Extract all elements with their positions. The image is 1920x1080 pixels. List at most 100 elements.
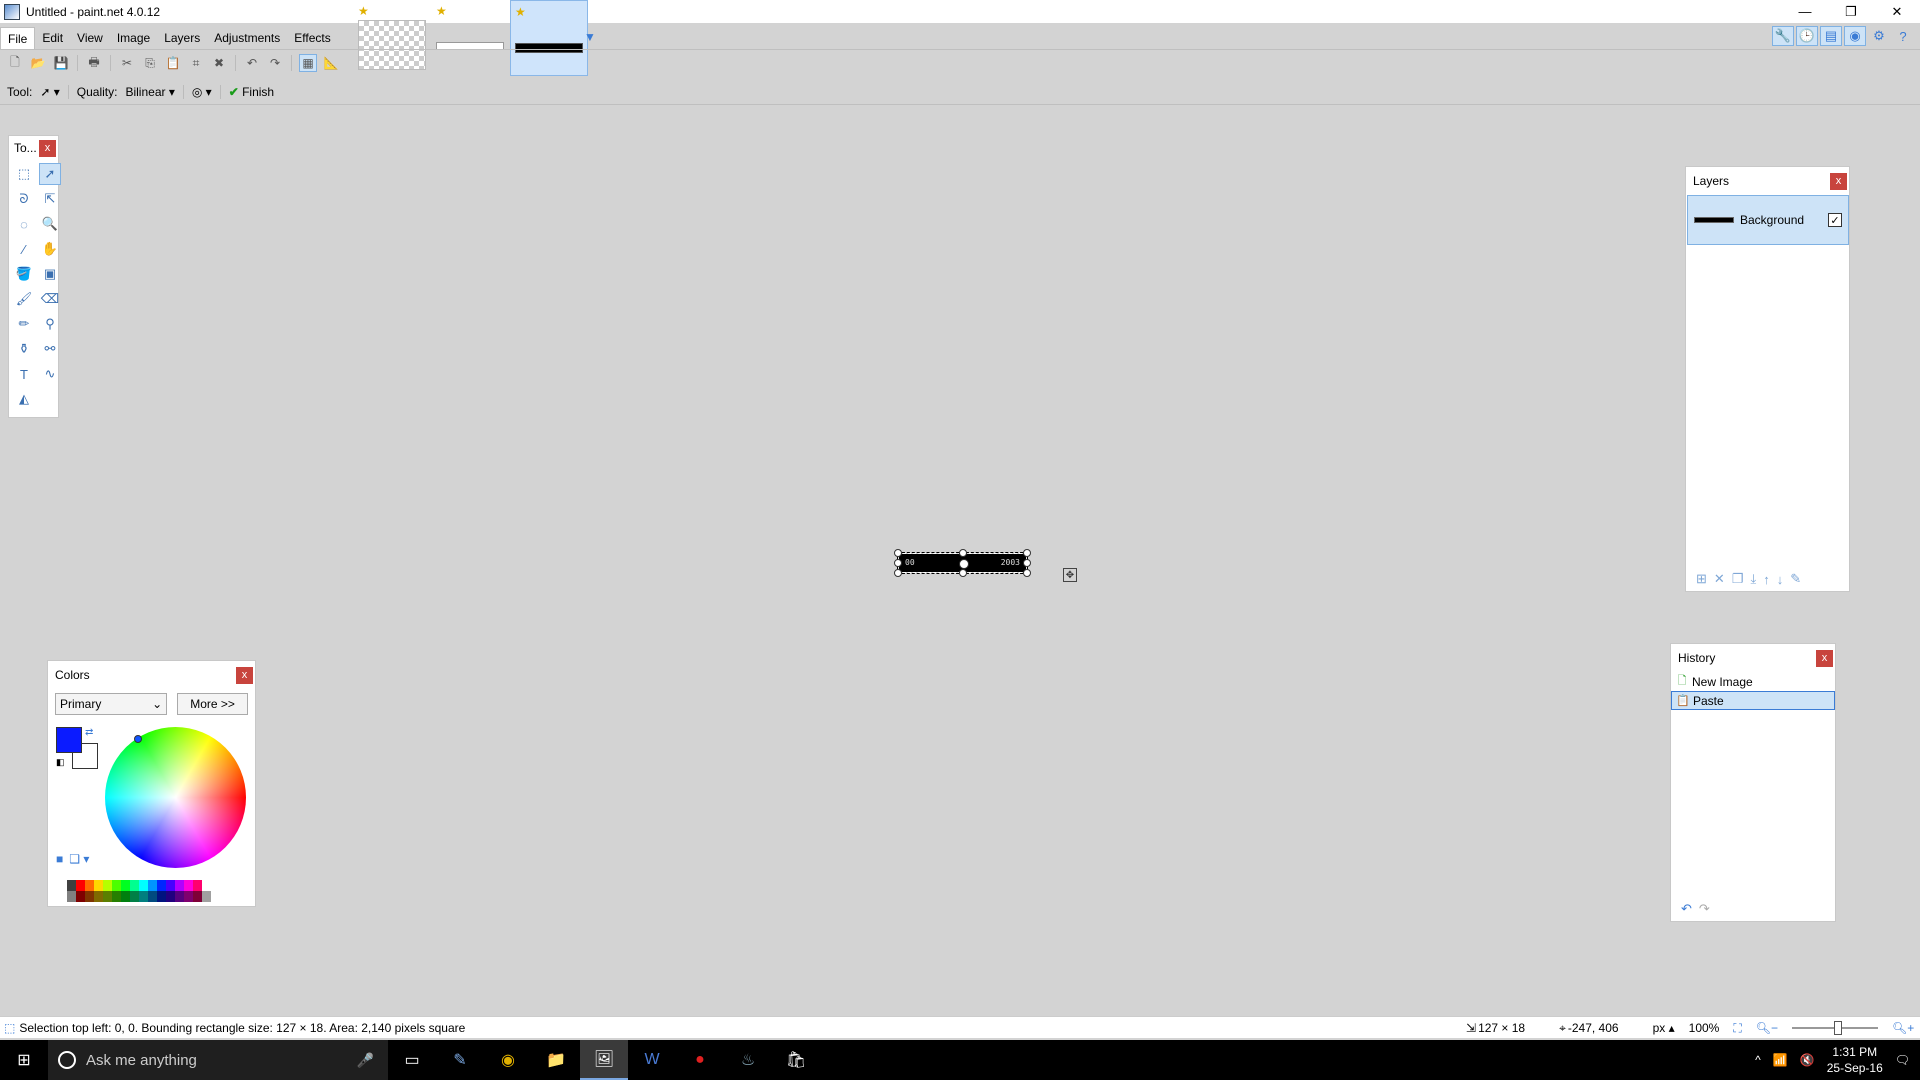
palette-swatch[interactable] xyxy=(130,880,139,891)
show-hidden-icons-icon[interactable]: ^ xyxy=(1755,1053,1761,1067)
shapes-tool-icon[interactable]: ◭ xyxy=(13,388,35,410)
color-wheel-marker[interactable] xyxy=(134,735,142,743)
menu-edit[interactable]: Edit xyxy=(35,27,70,49)
ruler-icon[interactable]: 📐 xyxy=(322,54,340,72)
menu-view[interactable]: View xyxy=(70,27,110,49)
move-layer-down-icon[interactable]: ↓ xyxy=(1777,572,1784,587)
task-view-icon[interactable]: ▭ xyxy=(388,1040,436,1080)
cortana-search-box[interactable]: Ask me anything 🎤 xyxy=(48,1040,388,1080)
palette-swatch[interactable] xyxy=(157,880,166,891)
palette-swatch[interactable] xyxy=(166,891,175,902)
menu-image[interactable]: Image xyxy=(110,27,157,49)
text-tool-icon[interactable]: T xyxy=(13,363,35,385)
primary-color-swatch[interactable] xyxy=(56,727,82,753)
copy-icon[interactable]: ⎘ xyxy=(141,54,159,72)
new-icon[interactable]: 🗋 xyxy=(6,54,24,72)
pan-tool-icon[interactable]: ✋ xyxy=(39,238,61,260)
steam-icon[interactable]: ♨ xyxy=(724,1040,772,1080)
palette-swatch[interactable] xyxy=(166,880,175,891)
layer-properties-icon[interactable]: ✎ xyxy=(1790,571,1801,587)
move-layer-up-icon[interactable]: ↑ xyxy=(1763,572,1770,587)
print-icon[interactable]: 🖶 xyxy=(85,54,103,72)
undo-icon[interactable]: ↶ xyxy=(1681,901,1692,917)
color-wheel[interactable] xyxy=(105,727,246,868)
help-icon[interactable]: ? xyxy=(1892,26,1914,46)
delete-layer-icon[interactable]: ✕ xyxy=(1714,571,1725,587)
store-icon[interactable]: 🛍 xyxy=(772,1040,820,1080)
units-dropdown[interactable]: px ▴ xyxy=(1653,1021,1675,1035)
palette-swatch[interactable] xyxy=(184,880,193,891)
palette-swatch[interactable] xyxy=(103,880,112,891)
colors-window-close-button[interactable]: x xyxy=(236,666,253,684)
resize-handle[interactable] xyxy=(1023,559,1031,567)
zoom-to-window-icon[interactable]: ⛶ xyxy=(1733,1021,1741,1036)
colors-window-toggle-icon[interactable]: ◉ xyxy=(1844,26,1866,46)
palette-swatch[interactable] xyxy=(121,880,130,891)
eraser-tool-icon[interactable]: ⌫ xyxy=(39,288,61,310)
resize-handle[interactable] xyxy=(894,569,902,577)
resize-handle[interactable] xyxy=(894,559,902,567)
more-button[interactable]: More >> xyxy=(177,693,248,715)
history-window-toggle-icon[interactable]: 🕒 xyxy=(1796,26,1818,46)
paste-icon[interactable]: 📋 xyxy=(164,54,182,72)
restore-button[interactable]: ❐ xyxy=(1828,0,1874,23)
tools-window-close-button[interactable]: x xyxy=(39,139,56,157)
clock[interactable]: 1:31 PM 25-Sep-16 xyxy=(1827,1044,1883,1076)
palette-swatch[interactable] xyxy=(94,880,103,891)
grid-icon[interactable]: ▦ xyxy=(299,54,317,72)
palette-menu-icon[interactable]: ❑ ▾ xyxy=(69,852,89,866)
add-layer-icon[interactable]: ⊞ xyxy=(1696,571,1707,587)
palette-swatch[interactable] xyxy=(130,891,139,902)
quality-dropdown[interactable]: Bilinear ▾ xyxy=(125,85,174,99)
record-app-icon[interactable]: ● xyxy=(676,1040,724,1080)
zoom-in-icon[interactable]: 🔍︎+ xyxy=(1892,1021,1914,1035)
swap-colors-icon[interactable]: ⇄ xyxy=(85,727,93,738)
palette-swatch[interactable] xyxy=(193,880,202,891)
settings-gear-icon[interactable]: ⚙ xyxy=(1868,26,1890,46)
canvas-image[interactable]: 00 2003 xyxy=(894,549,1031,577)
ellipse-select-tool-icon[interactable]: ◌ xyxy=(13,213,35,235)
history-item[interactable]: 🗋 New Image xyxy=(1671,672,1835,691)
image-thumbnail[interactable]: ★ xyxy=(432,0,510,76)
paintnet-taskbar-icon[interactable]: 🖼 xyxy=(580,1040,628,1080)
deselect-icon[interactable]: ✖ xyxy=(210,54,228,72)
crop-icon[interactable]: ⌗ xyxy=(187,54,205,72)
windows-start-icon[interactable]: ⊞ xyxy=(0,1040,48,1080)
tools-window-toggle-icon[interactable]: 🔧 xyxy=(1772,26,1794,46)
color-picker-tool-icon[interactable]: ⚲ xyxy=(39,313,61,335)
palette-swatch[interactable] xyxy=(148,880,157,891)
reset-colors-icon[interactable]: ◧ xyxy=(56,757,65,768)
duplicate-layer-icon[interactable]: ❐ xyxy=(1732,571,1744,587)
close-button[interactable]: ✕ xyxy=(1874,0,1920,23)
palette-swatch[interactable] xyxy=(139,880,148,891)
merge-layer-down-icon[interactable]: ⤓ xyxy=(1750,571,1756,587)
resize-handle[interactable] xyxy=(1023,569,1031,577)
add-to-palette-icon[interactable]: ■ xyxy=(56,852,63,866)
volume-muted-icon[interactable]: 🔇 xyxy=(1800,1053,1815,1067)
palette-swatch[interactable] xyxy=(202,880,211,891)
palette-swatch[interactable] xyxy=(85,891,94,902)
gradient-tool-icon[interactable]: ▣ xyxy=(39,263,61,285)
palette-swatch[interactable] xyxy=(148,891,157,902)
save-icon[interactable]: 💾 xyxy=(52,54,70,72)
palette-swatch[interactable] xyxy=(121,891,130,902)
redo-icon[interactable]: ↷ xyxy=(1699,901,1710,917)
cut-icon[interactable]: ✂ xyxy=(118,54,136,72)
paintbrush-tool-icon[interactable]: 🖌 xyxy=(13,288,35,310)
palette-swatch[interactable] xyxy=(76,891,85,902)
zoom-slider[interactable] xyxy=(1792,1021,1878,1035)
microphone-icon[interactable]: 🎤 xyxy=(357,1052,374,1069)
chrome-icon[interactable]: ◉ xyxy=(484,1040,532,1080)
palette-swatch[interactable] xyxy=(157,891,166,902)
palette-swatch[interactable] xyxy=(175,880,184,891)
finish-button[interactable]: ✔ Finish xyxy=(229,85,274,99)
line-curve-tool-icon[interactable]: ∿ xyxy=(39,363,61,385)
menu-layers[interactable]: Layers xyxy=(157,27,207,49)
word-icon[interactable]: W xyxy=(628,1040,676,1080)
palette-swatch[interactable] xyxy=(67,891,76,902)
pencil-tool-icon[interactable]: ✏ xyxy=(13,313,35,335)
palette-swatch[interactable] xyxy=(175,891,184,902)
sketch-app-icon[interactable]: ✎ xyxy=(436,1040,484,1080)
move-selected-pixels-tool-icon[interactable]: ➚ xyxy=(39,163,61,185)
palette-swatch[interactable] xyxy=(94,891,103,902)
